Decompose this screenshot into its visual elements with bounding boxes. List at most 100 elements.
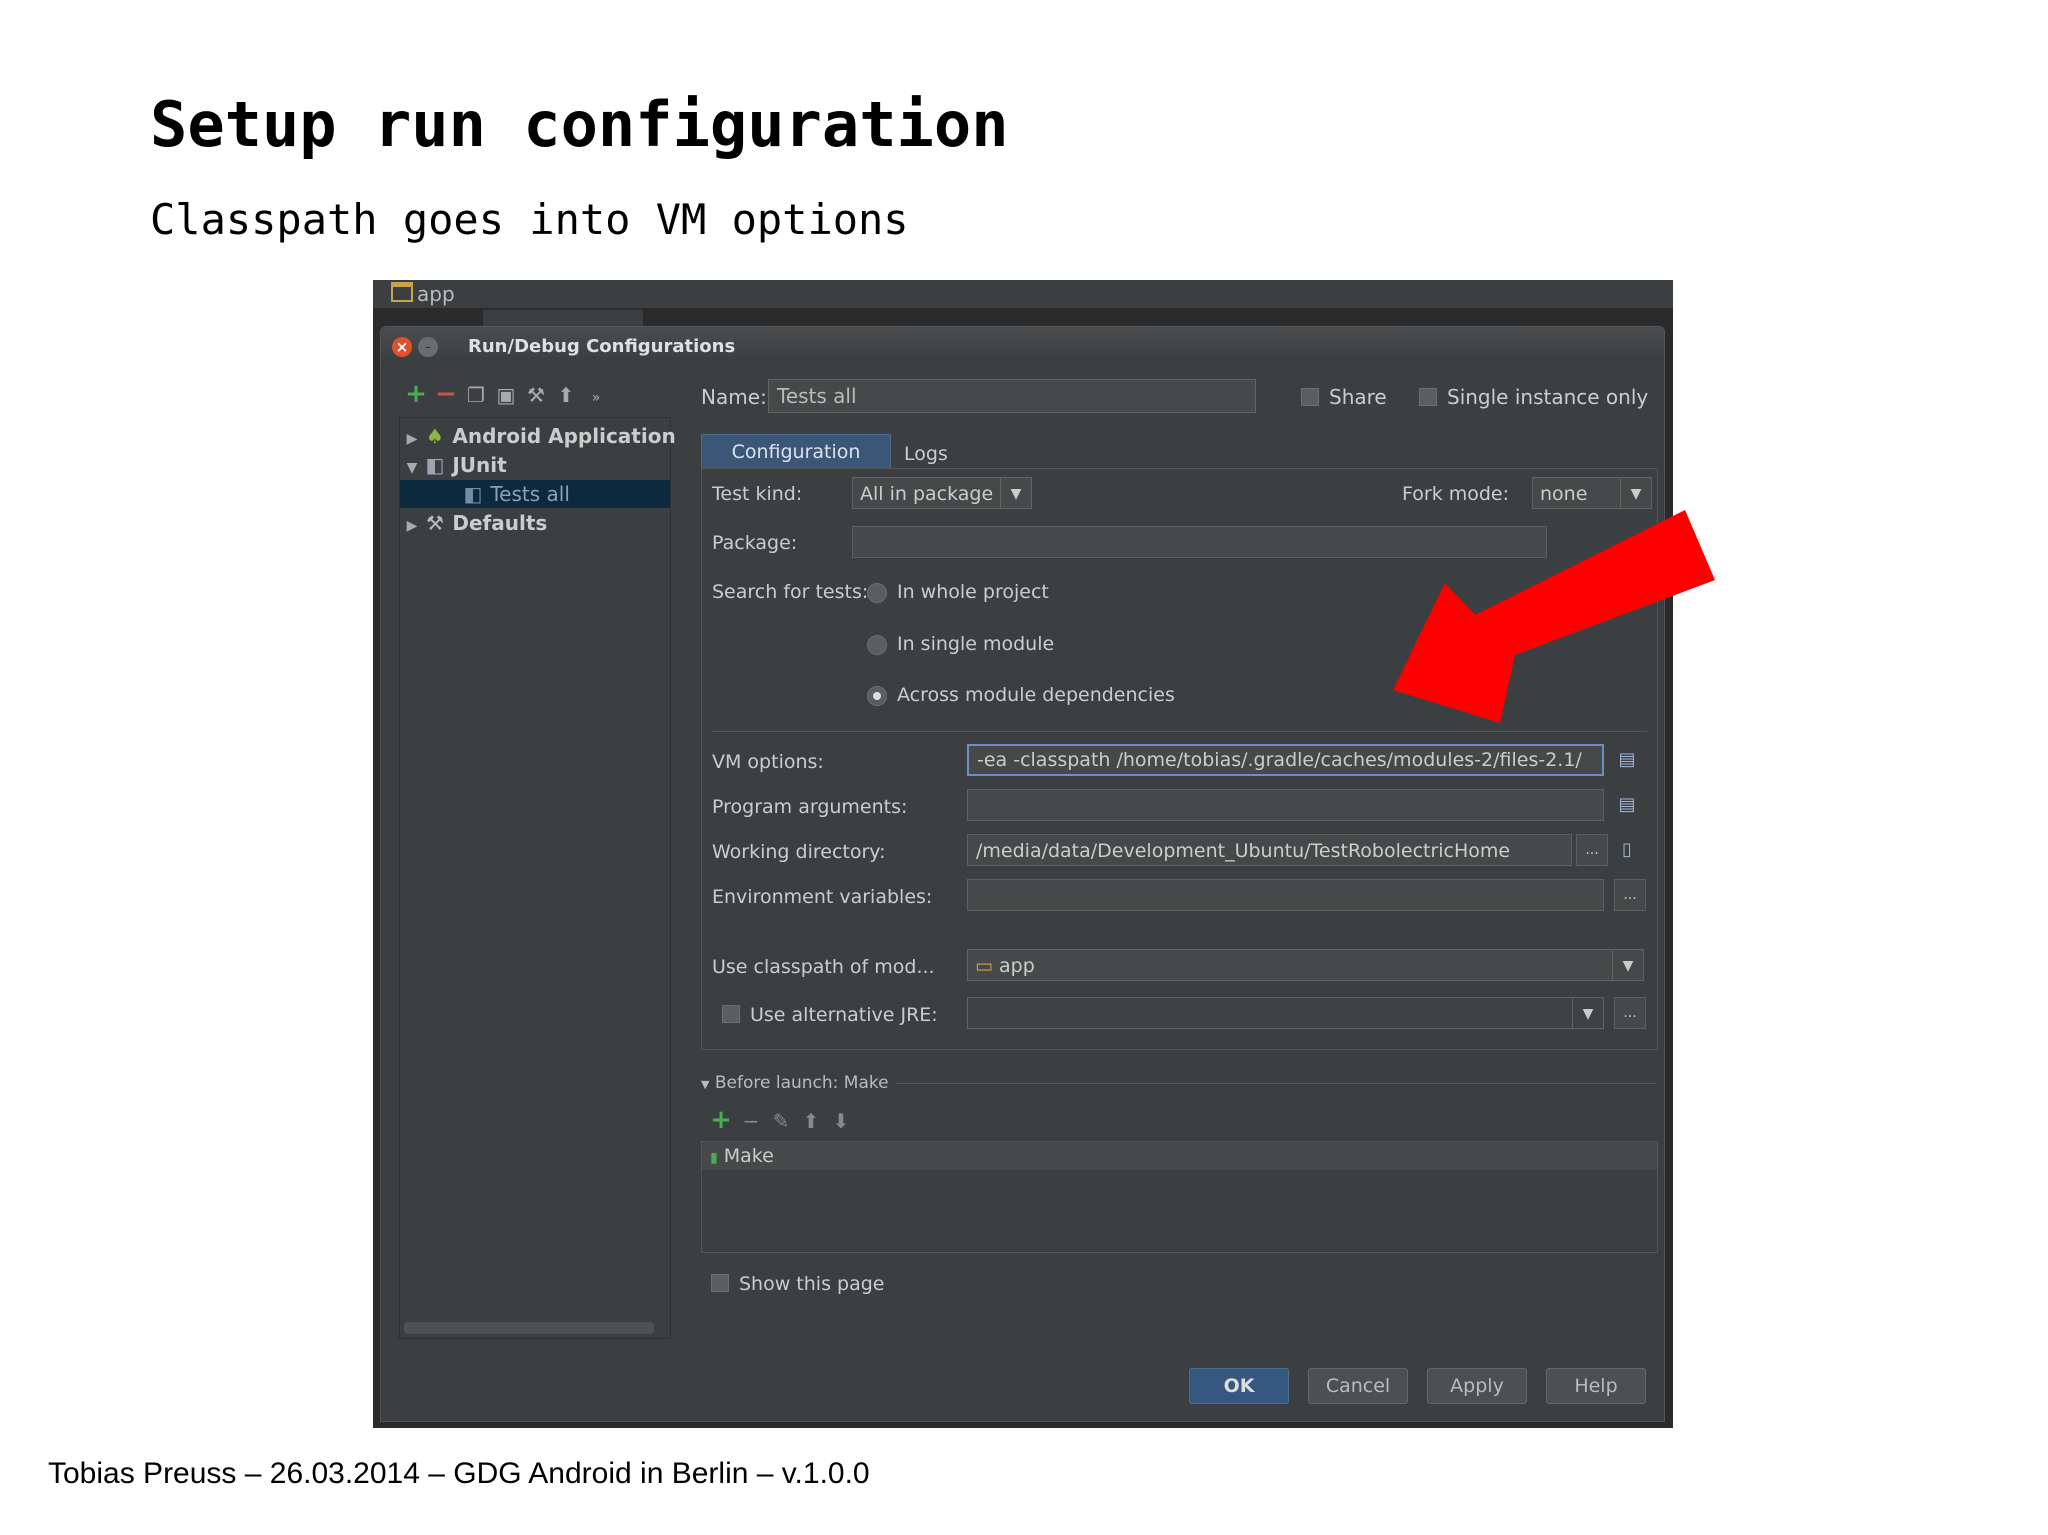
radio-label-single-module: In single module	[897, 633, 1055, 655]
single-instance-label: Single instance only	[1447, 385, 1649, 409]
tree-item-android-application[interactable]: ▶ ♠ Android Application	[400, 422, 676, 453]
move-down-icon[interactable]: ⬇	[826, 1109, 856, 1133]
share-checkbox[interactable]: Share	[1301, 385, 1387, 409]
tree-item-defaults[interactable]: ▶ ⚒ Defaults	[400, 509, 670, 537]
browse-jre-button[interactable]: ...	[1614, 997, 1646, 1029]
edit-env-button[interactable]: ...	[1614, 879, 1646, 911]
expand-editor-icon[interactable]: ▤	[1614, 793, 1640, 817]
edit-icon[interactable]: ✎	[766, 1109, 796, 1133]
wrench-icon: ⚒	[426, 511, 444, 535]
save-icon[interactable]: ▣	[491, 383, 521, 407]
wrench-icon[interactable]: ⚒	[521, 383, 551, 407]
radio-label-across-module-dependencies: Across module dependencies	[897, 684, 1175, 706]
name-field[interactable]: Tests all	[768, 379, 1256, 413]
ide-screenshot: app × – Run/Debug Configurations + − ❐ ▣ ⚒ ⬆»…	[373, 280, 1673, 1428]
fork-mode-value: none	[1540, 483, 1588, 505]
chevron-down-icon: ▼	[1000, 478, 1031, 508]
close-icon[interactable]: ×	[392, 337, 412, 357]
red-arrow-shape	[1393, 510, 1715, 723]
android-icon: ♠	[426, 424, 444, 448]
collapse-arrow-icon[interactable]: ▼	[400, 454, 424, 482]
alternative-jre-checkbox[interactable]: Use alternative JRE:	[722, 1004, 938, 1026]
tree-item-label: Android Application	[452, 424, 676, 448]
vm-options-field[interactable]: -ea -classpath /home/tobias/.gradle/cach…	[967, 744, 1604, 776]
list-item[interactable]: ▮ Make	[702, 1142, 1657, 1170]
before-launch-list: ▮ Make	[701, 1141, 1658, 1253]
breadcrumb-label: app	[417, 282, 455, 306]
alternative-jre-select[interactable]: ▼	[967, 997, 1604, 1029]
macro-icon[interactable]: ▯	[1614, 838, 1640, 862]
slide-subtitle: Classpath goes into VM options	[150, 195, 909, 244]
remove-icon[interactable]: −	[736, 1109, 766, 1133]
config-tree: ▶ ♠ Android Application ▼ ◧ JUnit ◧ Tests …	[399, 417, 676, 1339]
fork-mode-label: Fork mode:	[1402, 483, 1510, 505]
before-launch-toolbar: + − ✎ ⬆ ⬇	[706, 1105, 856, 1135]
dialog-title: Run/Debug Configurations	[468, 336, 736, 357]
tree-scrollbar[interactable]	[404, 1322, 654, 1334]
expand-arrow-icon[interactable]: ▶	[400, 425, 424, 453]
test-kind-select[interactable]: All in package ▼	[852, 477, 1032, 509]
folder-icon	[391, 282, 413, 302]
copy-icon[interactable]: ❐	[461, 383, 491, 407]
apply-button[interactable]: Apply	[1427, 1368, 1527, 1404]
remove-icon[interactable]: −	[431, 379, 461, 409]
minimize-icon[interactable]: –	[418, 337, 438, 357]
chevron-down-icon: ▼	[1572, 998, 1603, 1028]
environment-variables-field[interactable]	[967, 879, 1604, 911]
expand-arrow-icon[interactable]: ▶	[400, 512, 424, 540]
share-label: Share	[1329, 385, 1387, 409]
checkbox-icon	[1301, 388, 1319, 406]
dialog-titlebar: × – Run/Debug Configurations	[381, 327, 1664, 365]
slide-title: Setup run configuration	[150, 88, 1009, 161]
cancel-button[interactable]: Cancel	[1308, 1368, 1408, 1404]
expand-editor-icon[interactable]: ▤	[1614, 748, 1640, 772]
run-debug-dialog: × – Run/Debug Configurations + − ❐ ▣ ⚒ ⬆» ▶ ♠ …	[380, 326, 1665, 1422]
package-label: Package:	[712, 532, 798, 554]
test-kind-value: All in package	[860, 483, 994, 505]
config-toolbar: + − ❐ ▣ ⚒ ⬆»	[401, 379, 611, 409]
tree-item-label: JUnit	[452, 453, 507, 477]
slide-footer: Tobias Preuss – 26.03.2014 – GDG Android…	[48, 1457, 870, 1490]
radio-across-module-dependencies[interactable]	[867, 686, 887, 706]
checkbox-icon	[1419, 388, 1437, 406]
working-directory-field[interactable]: /media/data/Development_Ubuntu/TestRobol…	[967, 834, 1572, 866]
ok-button[interactable]: OK	[1189, 1368, 1289, 1404]
list-item-label: Make	[723, 1145, 774, 1167]
radio-single-module[interactable]	[867, 635, 887, 655]
radio-whole-project[interactable]	[867, 583, 887, 603]
folder-icon: ▭	[975, 955, 993, 977]
name-label: Name:	[701, 385, 767, 409]
environment-variables-label: Environment variables:	[712, 886, 933, 908]
checkbox-icon	[722, 1005, 740, 1023]
move-up-icon[interactable]: ⬆	[551, 383, 581, 407]
tab-configuration[interactable]: Configuration	[701, 434, 891, 469]
classpath-module-select[interactable]: ▭ app ▼	[967, 949, 1644, 981]
more-icon[interactable]: »	[581, 390, 611, 406]
divider	[896, 1083, 1656, 1084]
before-launch-label: Before launch: Make	[714, 1073, 889, 1093]
breadcrumb[interactable]: app	[391, 282, 455, 306]
single-instance-checkbox[interactable]: Single instance only	[1419, 385, 1648, 409]
junit-test-icon: ◧	[463, 482, 483, 506]
program-arguments-field[interactable]	[967, 789, 1604, 821]
add-icon[interactable]: +	[401, 379, 431, 409]
tree-item-junit[interactable]: ▼ ◧ JUnit	[400, 451, 670, 479]
tree-item-label: Tests all	[490, 482, 570, 506]
test-kind-label: Test kind:	[712, 483, 803, 505]
tree-item-label: Defaults	[452, 511, 548, 535]
search-for-tests-label: Search for tests:	[712, 581, 869, 603]
before-launch-header[interactable]: ▼ Before launch: Make	[701, 1073, 889, 1093]
help-button[interactable]: Help	[1546, 1368, 1646, 1404]
browse-button[interactable]: ...	[1576, 834, 1608, 866]
red-arrow-icon	[1393, 510, 1715, 723]
show-page-checkbox[interactable]: Show this page	[711, 1273, 884, 1295]
classpath-module-value: app	[999, 955, 1035, 977]
program-arguments-label: Program arguments:	[712, 796, 908, 818]
move-up-icon[interactable]: ⬆	[796, 1109, 826, 1133]
tab-logs[interactable]: Logs	[896, 439, 956, 469]
add-icon[interactable]: +	[706, 1105, 736, 1135]
tree-item-tests-all[interactable]: ◧ Tests all	[400, 480, 670, 508]
classpath-module-label: Use classpath of mod...	[712, 956, 935, 978]
radio-label-whole-project: In whole project	[897, 581, 1049, 603]
divider	[712, 731, 1647, 732]
